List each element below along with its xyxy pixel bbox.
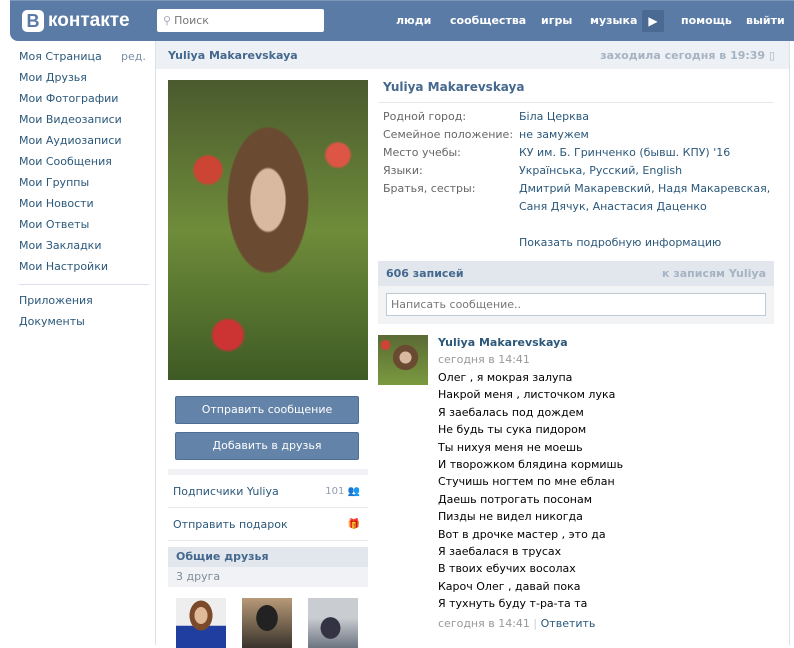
post-text: Олег , я мокрая залупа Накрой меня , лист…: [438, 369, 768, 613]
profile-info: Yuliya Makarevskaya Родной город: Біла Це…: [378, 71, 774, 249]
nav-people[interactable]: люди: [396, 14, 431, 27]
info-row: Место учебы: КУ им. Б. Гринченко (бывш. К…: [383, 146, 731, 159]
search-input[interactable]: ⚲ Поиск: [157, 9, 324, 32]
to-posts-link[interactable]: к записям Yuliya: [662, 261, 766, 286]
nav-help[interactable]: помощь: [681, 14, 732, 27]
post-line: Вот в дрочке мастер , это да: [438, 527, 606, 541]
post-author[interactable]: Yuliya Makarevskaya: [438, 335, 768, 351]
mobile-icon: ▯: [768, 49, 775, 62]
info-row: Братья, сестры: Дмитрий Макаревский, Надя…: [383, 182, 771, 213]
wall-compose: Написать сообщение..: [378, 286, 774, 324]
info-row: Семейное положение: не замужем: [383, 128, 589, 141]
post-line: Я заебалася в трусах: [438, 545, 562, 559]
post-line: Не будь ты сука пидором: [438, 423, 587, 437]
divider: [19, 284, 149, 285]
header: Вконтакте ⚲ Поиск люди сообщества игры му…: [10, 0, 794, 41]
wall-post: Yuliya Makarevskaya сегодня в 14:41 Олег…: [438, 335, 768, 635]
nav-games[interactable]: игры: [541, 14, 572, 27]
nav-settings[interactable]: Мои Настройки: [19, 260, 149, 281]
friend-avatar[interactable]: [308, 598, 358, 648]
nav-my-page[interactable]: Моя Страница: [19, 50, 149, 71]
reply-link[interactable]: Ответить: [541, 617, 596, 630]
info-row: Родной город: Біла Церква: [383, 110, 590, 123]
post-line: В твоих ебучих восолах: [438, 562, 576, 576]
post-line: Накрой меня , листочком лука: [438, 388, 616, 402]
wall-post-input[interactable]: Написать сообщение..: [386, 293, 766, 316]
search-icon: ⚲: [163, 14, 172, 27]
profile-name-top[interactable]: Yuliya Makarevskaya: [168, 49, 298, 62]
post-line: Кароч Олег , давай пока: [438, 579, 581, 593]
nav-logout[interactable]: выйти: [746, 14, 785, 27]
nav-news[interactable]: Мои Новости: [19, 197, 149, 218]
info-row: Языки: Українська, Русский, English: [383, 164, 683, 177]
left-nav: Моя Страница Мои Друзья Мои Фотографии М…: [19, 50, 149, 336]
common-friends-header[interactable]: Общие друзья: [168, 547, 368, 567]
post-footer: сегодня в 14:41 | Ответить: [438, 616, 596, 630]
nav-photos[interactable]: Мои Фотографии: [19, 92, 149, 113]
nav-apps[interactable]: Приложения: [19, 294, 149, 315]
profile-name: Yuliya Makarevskaya: [378, 71, 774, 103]
post-avatar[interactable]: [378, 335, 428, 385]
nav-messages[interactable]: Мои Сообщения: [19, 155, 149, 176]
post-line: Стучишь ногтем по мне еблан: [438, 475, 615, 489]
post-line: Олег , я мокрая залупа: [438, 371, 573, 384]
show-more-info-link[interactable]: Показать подробную информацию: [519, 236, 774, 249]
send-message-button[interactable]: Отправить сообщение: [175, 396, 359, 424]
nav-communities[interactable]: сообщества: [450, 14, 526, 27]
post-line: И творожком блядина кормишь: [438, 458, 624, 472]
post-line: Даешь потрогать посонам: [438, 492, 593, 506]
nav-music[interactable]: музыка: [590, 14, 637, 27]
nav-documents[interactable]: Документы: [19, 315, 149, 336]
nav-videos[interactable]: Мои Видеозаписи: [19, 113, 149, 134]
post-line: Ты нихуя меня не моешь: [438, 440, 583, 454]
vk-logo[interactable]: Вконтакте: [22, 10, 130, 32]
nav-friends[interactable]: Мои Друзья: [19, 71, 149, 92]
send-gift-link[interactable]: Отправить подарок 🎁: [168, 508, 368, 541]
profile-side: Подписчики Yuliya 101 👥 Отправить подарок…: [168, 475, 368, 587]
post-time[interactable]: сегодня в 14:41: [438, 351, 768, 369]
post-line: Я тухнуть буду т-ра-та та: [438, 597, 588, 611]
last-seen: заходила сегодня в 19:39 ▯: [600, 49, 775, 62]
friend-avatar[interactable]: [242, 598, 292, 648]
users-icon: 👥: [347, 486, 360, 497]
add-friend-button[interactable]: Добавить в друзья: [175, 432, 359, 460]
followers-link[interactable]: Подписчики Yuliya 101 👥: [168, 475, 368, 508]
gift-icon: 🎁: [347, 519, 360, 530]
common-friends-count: 3 друга: [168, 567, 368, 587]
post-line: Я заебалась под дождем: [438, 405, 584, 419]
play-icon[interactable]: ▶: [642, 10, 664, 32]
wall-header: 606 записей к записям Yuliya: [378, 261, 774, 286]
nav-audio[interactable]: Мои Аудиозаписи: [19, 134, 149, 155]
nav-answers[interactable]: Мои Ответы: [19, 218, 149, 239]
post-line: Пизды не видел никогда: [438, 510, 583, 524]
profile-topbar: Yuliya Makarevskaya заходила сегодня в 1…: [156, 41, 789, 69]
nav-groups[interactable]: Мои Группы: [19, 176, 149, 197]
friend-avatar[interactable]: [176, 598, 226, 648]
profile-photo[interactable]: [168, 80, 368, 380]
profile-main: Yuliya Makarevskaya заходила сегодня в 1…: [155, 41, 790, 648]
nav-bookmarks[interactable]: Мои Закладки: [19, 239, 149, 260]
wall-count[interactable]: 606 записей: [386, 261, 464, 286]
